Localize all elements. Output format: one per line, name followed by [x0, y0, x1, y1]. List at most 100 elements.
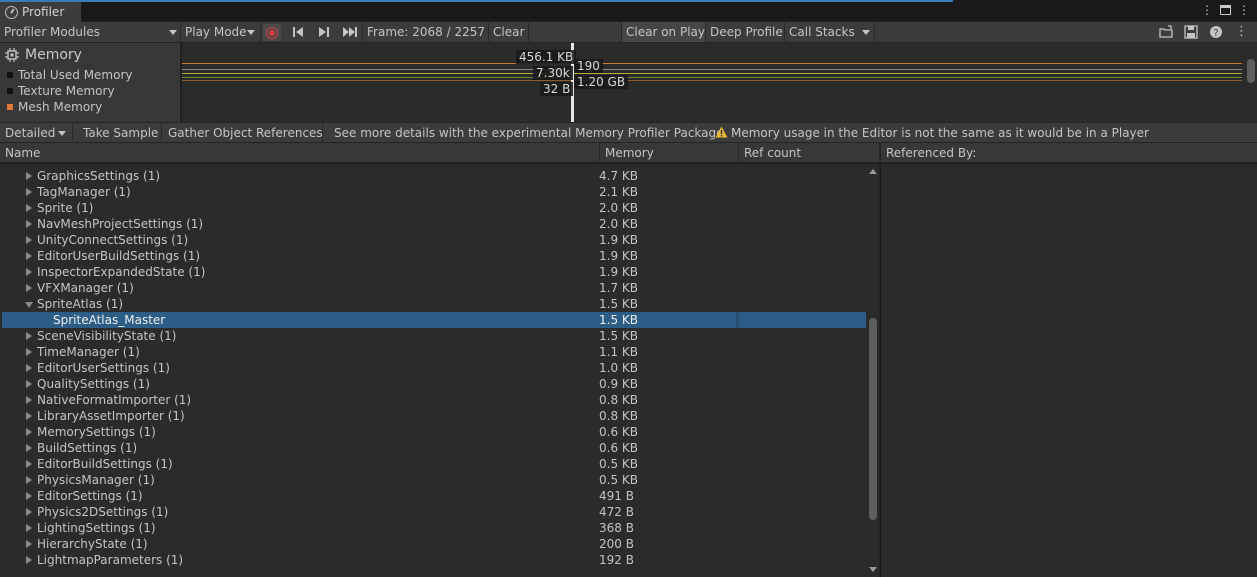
legend-item-texture-memory[interactable]: Texture Memory: [0, 83, 180, 99]
gather-object-references-button[interactable]: Gather Object References: [163, 123, 323, 143]
table-row[interactable]: VFXManager (1) 1.7 KB: [0, 280, 866, 296]
profiler-modules-dropdown[interactable]: Profiler Modules: [0, 22, 181, 42]
help-icon[interactable]: ?: [1209, 25, 1224, 39]
table-row[interactable]: Sprite (1) 2.0 KB: [0, 200, 866, 216]
window-menu-icon[interactable]: ⋮: [1237, 3, 1251, 17]
expand-arrow-icon[interactable]: [26, 380, 32, 388]
kebab-menu-icon[interactable]: ⋮: [1200, 3, 1214, 17]
expand-arrow-icon[interactable]: [26, 188, 32, 196]
column-header-name[interactable]: Name: [0, 143, 600, 163]
row-name: NativeFormatImporter (1): [37, 393, 192, 407]
last-frame-icon[interactable]: [342, 26, 358, 38]
table-row[interactable]: HierarchyState (1) 200 B: [0, 536, 866, 552]
next-frame-icon[interactable]: [317, 26, 331, 38]
maximize-icon[interactable]: [1220, 5, 1231, 15]
load-icon[interactable]: [1159, 25, 1174, 39]
expand-arrow-icon[interactable]: [26, 204, 32, 212]
table-row[interactable]: LightingSettings (1) 368 B: [0, 520, 866, 536]
expand-arrow-icon[interactable]: [26, 268, 32, 276]
expand-arrow-icon[interactable]: [26, 540, 32, 548]
table-row[interactable]: QualitySettings (1) 0.9 KB: [0, 376, 866, 392]
table-row[interactable]: Physics2DSettings (1) 472 B: [0, 504, 866, 520]
table-row[interactable]: NativeFormatImporter (1) 0.8 KB: [0, 392, 866, 408]
row-memory: 472 B: [599, 505, 634, 519]
column-header-ref-count[interactable]: Ref count: [739, 143, 880, 163]
table-row[interactable]: GraphicsSettings (1) 4.7 KB: [0, 168, 866, 184]
expand-arrow-icon[interactable]: [26, 220, 32, 228]
expand-arrow-icon[interactable]: [26, 332, 32, 340]
table-row[interactable]: BuildSettings (1) 0.6 KB: [0, 440, 866, 456]
row-name: GraphicsSettings (1): [37, 169, 161, 183]
first-frame-icon[interactable]: [291, 26, 305, 38]
table-row[interactable]: EditorUserSettings (1) 1.0 KB: [0, 360, 866, 376]
legend-item-total-used-memory[interactable]: Total Used Memory: [0, 67, 180, 83]
expand-arrow-icon[interactable]: [26, 252, 32, 260]
clear-on-play-toggle[interactable]: Clear on Play: [621, 22, 706, 42]
expand-arrow-icon[interactable]: [26, 348, 32, 356]
clear-button[interactable]: Clear: [489, 22, 529, 42]
table-row[interactable]: EditorSettings (1) 491 B: [0, 488, 866, 504]
record-button[interactable]: [263, 24, 281, 41]
table-row[interactable]: NavMeshProjectSettings (1) 2.0 KB: [0, 216, 866, 232]
expand-arrow-icon[interactable]: [26, 396, 32, 404]
call-stacks-label: Call Stacks: [789, 25, 855, 39]
deep-profile-toggle[interactable]: Deep Profile: [706, 22, 785, 42]
tab-accent-line: [81, 0, 953, 2]
table-row[interactable]: SpriteAtlas (1) 1.5 KB: [0, 296, 866, 312]
memory-graph[interactable]: 456.1 KB 7.30k 32 B 190 1.20 GB: [182, 43, 1257, 122]
row-memory: 0.6 KB: [599, 441, 638, 455]
expand-arrow-icon[interactable]: [26, 460, 32, 468]
graph-line-orange-2: [182, 80, 1242, 81]
tree-scrollbar[interactable]: [866, 164, 880, 577]
expand-arrow-icon[interactable]: [26, 476, 32, 484]
view-mode-dropdown[interactable]: Detailed: [0, 123, 73, 143]
scrollbar-thumb[interactable]: [1247, 59, 1255, 83]
memory-module-header[interactable]: Memory: [0, 43, 180, 67]
collapse-arrow-icon[interactable]: [25, 302, 33, 308]
expand-arrow-icon[interactable]: [26, 556, 32, 564]
row-memory: 0.5 KB: [599, 473, 638, 487]
kebab-menu-icon[interactable]: ⋮: [1234, 25, 1249, 39]
table-row[interactable]: TimeManager (1) 1.1 KB: [0, 344, 866, 360]
take-sample-button[interactable]: Take Sample: [78, 123, 162, 143]
table-row[interactable]: EditorUserBuildSettings (1) 1.9 KB: [0, 248, 866, 264]
legend-item-mesh-memory[interactable]: Mesh Memory: [0, 99, 180, 115]
expand-arrow-icon[interactable]: [26, 508, 32, 516]
expand-arrow-icon[interactable]: [26, 524, 32, 532]
row-memory: 491 B: [599, 489, 634, 503]
graph-label-value: 32 B: [540, 82, 574, 96]
column-header-memory[interactable]: Memory: [600, 143, 739, 163]
table-row[interactable]: LightmapParameters (1) 192 B: [0, 552, 866, 568]
row-name: QualitySettings (1): [37, 377, 150, 391]
expand-arrow-icon[interactable]: [26, 428, 32, 436]
play-mode-dropdown[interactable]: Play Mode: [181, 22, 261, 42]
row-memory: 4.7 KB: [599, 169, 638, 183]
table-row[interactable]: InspectorExpandedState (1) 1.9 KB: [0, 264, 866, 280]
scroll-down-arrow-icon[interactable]: [869, 567, 877, 572]
table-row[interactable]: TagManager (1) 2.1 KB: [0, 184, 866, 200]
expand-arrow-icon[interactable]: [26, 444, 32, 452]
scrollbar-thumb[interactable]: [869, 318, 877, 520]
row-name: EditorUserSettings (1): [37, 361, 170, 375]
table-row[interactable]: LibraryAssetImporter (1) 0.8 KB: [0, 408, 866, 424]
expand-arrow-icon[interactable]: [26, 492, 32, 500]
expand-arrow-icon[interactable]: [26, 236, 32, 244]
table-row[interactable]: SceneVisibilityState (1) 1.5 KB: [0, 328, 866, 344]
table-row[interactable]: MemorySettings (1) 0.6 KB: [0, 424, 866, 440]
expand-arrow-icon[interactable]: [26, 284, 32, 292]
scroll-up-arrow-icon[interactable]: [869, 169, 877, 174]
expand-arrow-icon[interactable]: [26, 412, 32, 420]
table-row[interactable]: EditorBuildSettings (1) 0.5 KB: [0, 456, 866, 472]
table-row[interactable]: SpriteAtlas_Master 1.5 KB: [2, 312, 866, 328]
graph-scrollbar[interactable]: [1247, 45, 1255, 120]
save-icon[interactable]: [1184, 25, 1199, 39]
tree-rows: GraphicsSettings (1) 4.7 KB TagManager (1)…: [0, 168, 866, 568]
table-row[interactable]: PhysicsManager (1) 0.5 KB: [0, 472, 866, 488]
row-name: EditorSettings (1): [37, 489, 143, 503]
expand-arrow-icon[interactable]: [26, 364, 32, 372]
call-stacks-dropdown[interactable]: Call Stacks: [785, 22, 875, 42]
expand-arrow-icon[interactable]: [26, 172, 32, 180]
table-row[interactable]: UnityConnectSettings (1) 1.9 KB: [0, 232, 866, 248]
memory-profiler-package-link[interactable]: See more details with the experimental M…: [329, 123, 727, 143]
tab-profiler[interactable]: Profiler: [0, 0, 81, 22]
